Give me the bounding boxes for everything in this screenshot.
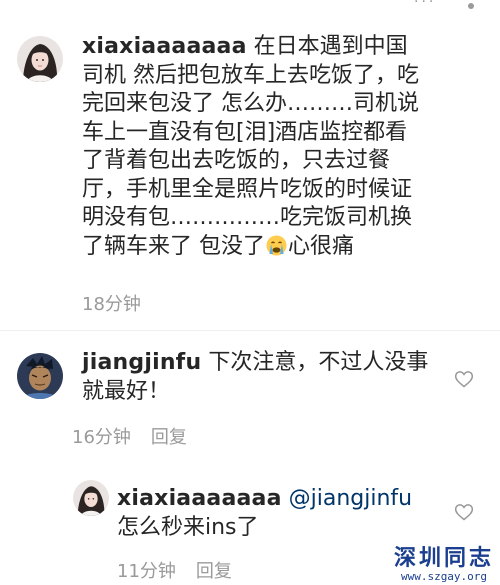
comment-2-text: jiangjinfu 下次注意，不过人没事就最好！ [82, 349, 432, 406]
comment-3-mention-link[interactable]: @jiangjinfu [289, 486, 412, 511]
crying-face-emoji [266, 235, 287, 256]
watermark-url: www.szgay.org [400, 570, 488, 583]
comment-2-time: 16分钟 [72, 427, 131, 448]
comment-3-time: 11分钟 [117, 561, 176, 582]
comment-2-meta: 16分钟 回复 [72, 423, 187, 449]
avatar-xiaxiaaaaaaa[interactable] [17, 36, 63, 82]
comment-1-username[interactable]: xiaxiaaaaaaa [82, 34, 247, 59]
comment-1: xiaxiaaaaaaa 在日本遇到中国司机 然后把包放车上去吃饭了，吃完回来包… [0, 0, 500, 320]
comment-3-reply-button[interactable]: 回复 [196, 561, 232, 582]
avatar-xiaxiaaaaaaa-reply[interactable] [73, 480, 109, 516]
comment-1-meta: 18分钟 [82, 290, 141, 316]
heart-outline-icon[interactable] [454, 369, 474, 389]
comment-2: jiangjinfu 下次注意，不过人没事就最好！ 16分钟 回复 [0, 335, 500, 455]
watermark: 深圳同志 www.szgay.org [392, 545, 496, 583]
heart-outline-icon[interactable] [454, 502, 474, 522]
comment-1-time: 18分钟 [82, 294, 141, 315]
watermark-title: 深圳同志 [393, 545, 494, 571]
divider [0, 330, 500, 331]
comment-2-username[interactable]: jiangjinfu [82, 350, 201, 375]
comment-1-text: xiaxiaaaaaaa 在日本遇到中国司机 然后把包放车上去吃饭了，吃完回来包… [82, 33, 422, 261]
comment-3-body: 怎么秒来ins了 [117, 514, 259, 540]
comment-3-meta: 11分钟 回复 [117, 557, 232, 583]
comment-3-text: xiaxiaaaaaaa @jiangjinfu 怎么秒来ins了 [117, 485, 437, 542]
comment-1-body: 在日本遇到中国司机 然后把包放车上去吃饭了，吃完回来包没了 怎么办………司机说车… [82, 34, 419, 259]
comment-1-body-end: 心很痛 [288, 233, 355, 259]
avatar-jiangjinfu[interactable] [17, 353, 63, 399]
comment-3-username[interactable]: xiaxiaaaaaaa [117, 486, 282, 511]
comment-2-reply-button[interactable]: 回复 [151, 427, 187, 448]
